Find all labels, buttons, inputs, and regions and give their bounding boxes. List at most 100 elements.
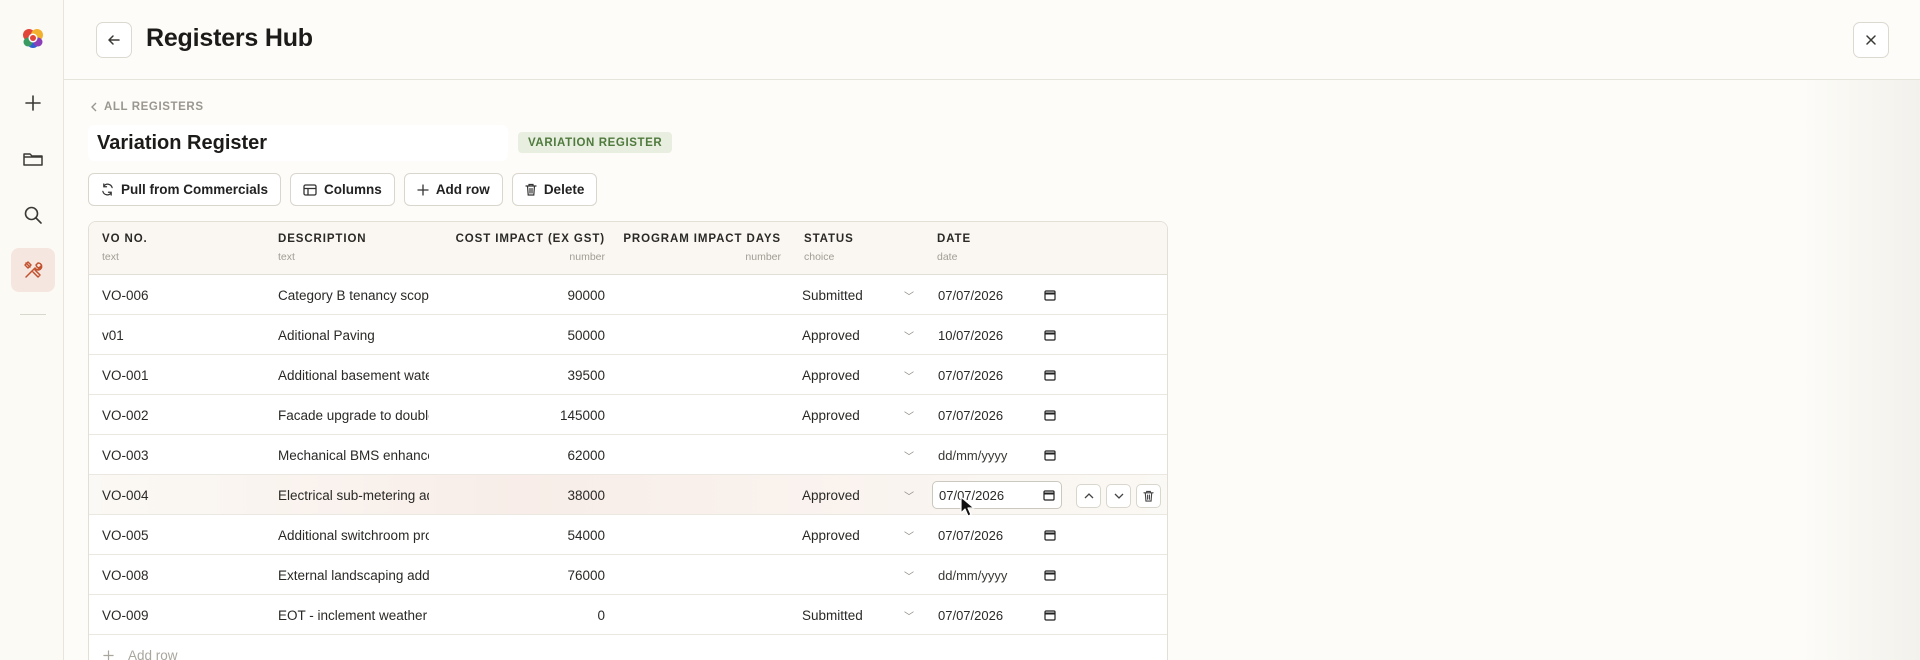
chevron-down-icon: ﹀ — [904, 331, 914, 343]
table-row[interactable]: VO-002 Facade upgrade to double 145000 A… — [89, 395, 1167, 435]
date-input[interactable]: 07/07/2026 — [932, 275, 1062, 315]
delete-row-button[interactable] — [1136, 484, 1161, 508]
sidebar — [0, 0, 64, 660]
arrow-left-icon — [108, 35, 120, 45]
table-row[interactable]: VO-006 Category B tenancy scope 90000 Su… — [89, 275, 1167, 315]
table-row[interactable]: v01 Aditional Paving 50000 Approved ﹀ 10/… — [89, 315, 1167, 355]
column-header-date[interactable]: DATE date — [937, 233, 971, 263]
cell-vo-no[interactable]: VO-002 — [102, 395, 262, 435]
status-select[interactable]: Submitted ﹀ — [802, 275, 914, 315]
date-input[interactable]: 07/07/2026 — [932, 515, 1062, 555]
chevron-down-icon: ﹀ — [904, 491, 914, 503]
cell-cost-impact[interactable]: 38000 — [449, 475, 605, 515]
breadcrumb-all-registers[interactable]: ALL REGISTERS — [104, 101, 204, 113]
status-select[interactable]: Approved ﹀ — [802, 475, 914, 515]
cell-vo-no[interactable]: VO-006 — [102, 275, 262, 315]
column-header-vo-no[interactable]: VO NO. text — [102, 233, 148, 263]
cell-cost-impact[interactable]: 39500 — [449, 355, 605, 395]
cell-description[interactable]: Additional basement water — [278, 355, 429, 395]
status-select[interactable]: Approved ﹀ — [802, 515, 914, 555]
pull-from-commercials-button[interactable]: Pull from Commercials — [88, 173, 282, 206]
cell-vo-no[interactable]: VO-004 — [102, 475, 262, 515]
column-header-description[interactable]: DESCRIPTION text — [278, 233, 367, 263]
date-input[interactable]: dd/mm/yyyy — [932, 555, 1062, 595]
table-header: VO NO. text DESCRIPTION text COST IMPACT… — [89, 222, 1167, 275]
table-row[interactable]: VO-008 External landscaping addi 76000 ﹀… — [89, 555, 1167, 595]
cell-description[interactable]: Category B tenancy scope — [278, 275, 429, 315]
calendar-icon[interactable] — [1044, 449, 1056, 461]
calendar-icon[interactable] — [1044, 529, 1056, 541]
status-select[interactable]: ﹀ — [802, 435, 914, 475]
delete-button[interactable]: Delete — [511, 173, 598, 206]
mouse-cursor-icon — [960, 496, 975, 517]
columns-button[interactable]: Columns — [290, 173, 395, 206]
date-input[interactable]: dd/mm/yyyy — [932, 435, 1062, 475]
date-input[interactable]: 07/07/2026 — [932, 595, 1062, 635]
table-row[interactable]: VO-004 Electrical sub-metering ad 38000 … — [89, 475, 1167, 515]
table-row[interactable]: VO-009 EOT - inclement weather ( 0 Submi… — [89, 595, 1167, 635]
calendar-icon[interactable] — [1044, 329, 1056, 341]
cell-vo-no[interactable]: VO-005 — [102, 515, 262, 555]
calendar-icon[interactable] — [1044, 369, 1056, 381]
cell-description[interactable]: Mechanical BMS enhance — [278, 435, 429, 475]
cell-cost-impact[interactable]: 50000 — [449, 315, 605, 355]
chevron-down-icon — [1114, 493, 1123, 499]
calendar-icon[interactable] — [1044, 289, 1056, 301]
cell-vo-no[interactable]: VO-009 — [102, 595, 262, 635]
date-input[interactable]: 10/07/2026 — [932, 315, 1062, 355]
cell-vo-no[interactable]: VO-008 — [102, 555, 262, 595]
cell-cost-impact[interactable]: 54000 — [449, 515, 605, 555]
sidebar-search-button[interactable] — [11, 193, 55, 237]
date-input[interactable]: 07/07/2026 — [932, 475, 1062, 515]
cell-vo-no[interactable]: VO-003 — [102, 435, 262, 475]
cell-cost-impact[interactable]: 76000 — [449, 555, 605, 595]
cell-description[interactable]: Facade upgrade to double — [278, 395, 429, 435]
table-row[interactable]: VO-001 Additional basement water 39500 A… — [89, 355, 1167, 395]
back-button[interactable] — [96, 22, 132, 58]
table-add-row[interactable]: Add row — [89, 635, 1167, 660]
column-header-program-impact-days[interactable]: PROGRAM IMPACT DAYS number — [619, 233, 781, 263]
sidebar-folders-button[interactable] — [11, 137, 55, 181]
cell-cost-impact[interactable]: 0 — [449, 595, 605, 635]
chevron-down-icon: ﹀ — [904, 451, 914, 463]
cell-cost-impact[interactable]: 62000 — [449, 435, 605, 475]
status-select[interactable]: ﹀ — [802, 555, 914, 595]
move-row-up-button[interactable] — [1076, 484, 1101, 508]
sidebar-tools-button[interactable] — [11, 248, 55, 292]
move-row-down-button[interactable] — [1106, 484, 1131, 508]
status-select[interactable]: Approved ﹀ — [802, 395, 914, 435]
cell-vo-no[interactable]: VO-001 — [102, 355, 262, 395]
status-select[interactable]: Submitted ﹀ — [802, 595, 914, 635]
status-select[interactable]: Approved ﹀ — [802, 315, 914, 355]
cell-description[interactable]: Aditional Paving — [278, 315, 429, 355]
cell-description[interactable]: Electrical sub-metering ad — [278, 475, 429, 515]
calendar-icon[interactable] — [1044, 569, 1056, 581]
close-button[interactable] — [1853, 22, 1889, 58]
cell-cost-impact[interactable]: 90000 — [449, 275, 605, 315]
table-row[interactable]: VO-003 Mechanical BMS enhance 62000 ﹀ dd… — [89, 435, 1167, 475]
calendar-icon[interactable] — [1043, 489, 1055, 501]
cell-cost-impact[interactable]: 145000 — [449, 395, 605, 435]
table-row[interactable]: VO-005 Additional switchroom pro 54000 A… — [89, 515, 1167, 555]
breadcrumb[interactable]: ALL REGISTERS — [90, 101, 204, 113]
tools-icon — [24, 261, 43, 278]
add-row-button[interactable]: Add row — [403, 173, 503, 206]
app-logo[interactable] — [19, 25, 47, 53]
cell-description[interactable]: External landscaping addi — [278, 555, 429, 595]
edge-fade — [1800, 80, 1920, 660]
date-input[interactable]: 07/07/2026 — [932, 395, 1062, 435]
column-header-status[interactable]: STATUS choice — [804, 233, 854, 263]
calendar-icon[interactable] — [1044, 609, 1056, 621]
calendar-icon[interactable] — [1044, 409, 1056, 421]
table-body: VO-006 Category B tenancy scope 90000 Su… — [89, 275, 1167, 660]
chevron-down-icon: ﹀ — [904, 291, 914, 303]
cell-description[interactable]: EOT - inclement weather ( — [278, 595, 429, 635]
cell-description[interactable]: Additional switchroom pro — [278, 515, 429, 555]
sidebar-new-button[interactable] — [11, 81, 55, 125]
register-name-input[interactable]: Variation Register — [88, 125, 508, 161]
cell-vo-no[interactable]: v01 — [102, 315, 262, 355]
column-header-cost-impact[interactable]: COST IMPACT (EX GST) number — [449, 233, 605, 263]
status-select[interactable]: Approved ﹀ — [802, 355, 914, 395]
refresh-icon — [102, 183, 113, 196]
date-input[interactable]: 07/07/2026 — [932, 355, 1062, 395]
